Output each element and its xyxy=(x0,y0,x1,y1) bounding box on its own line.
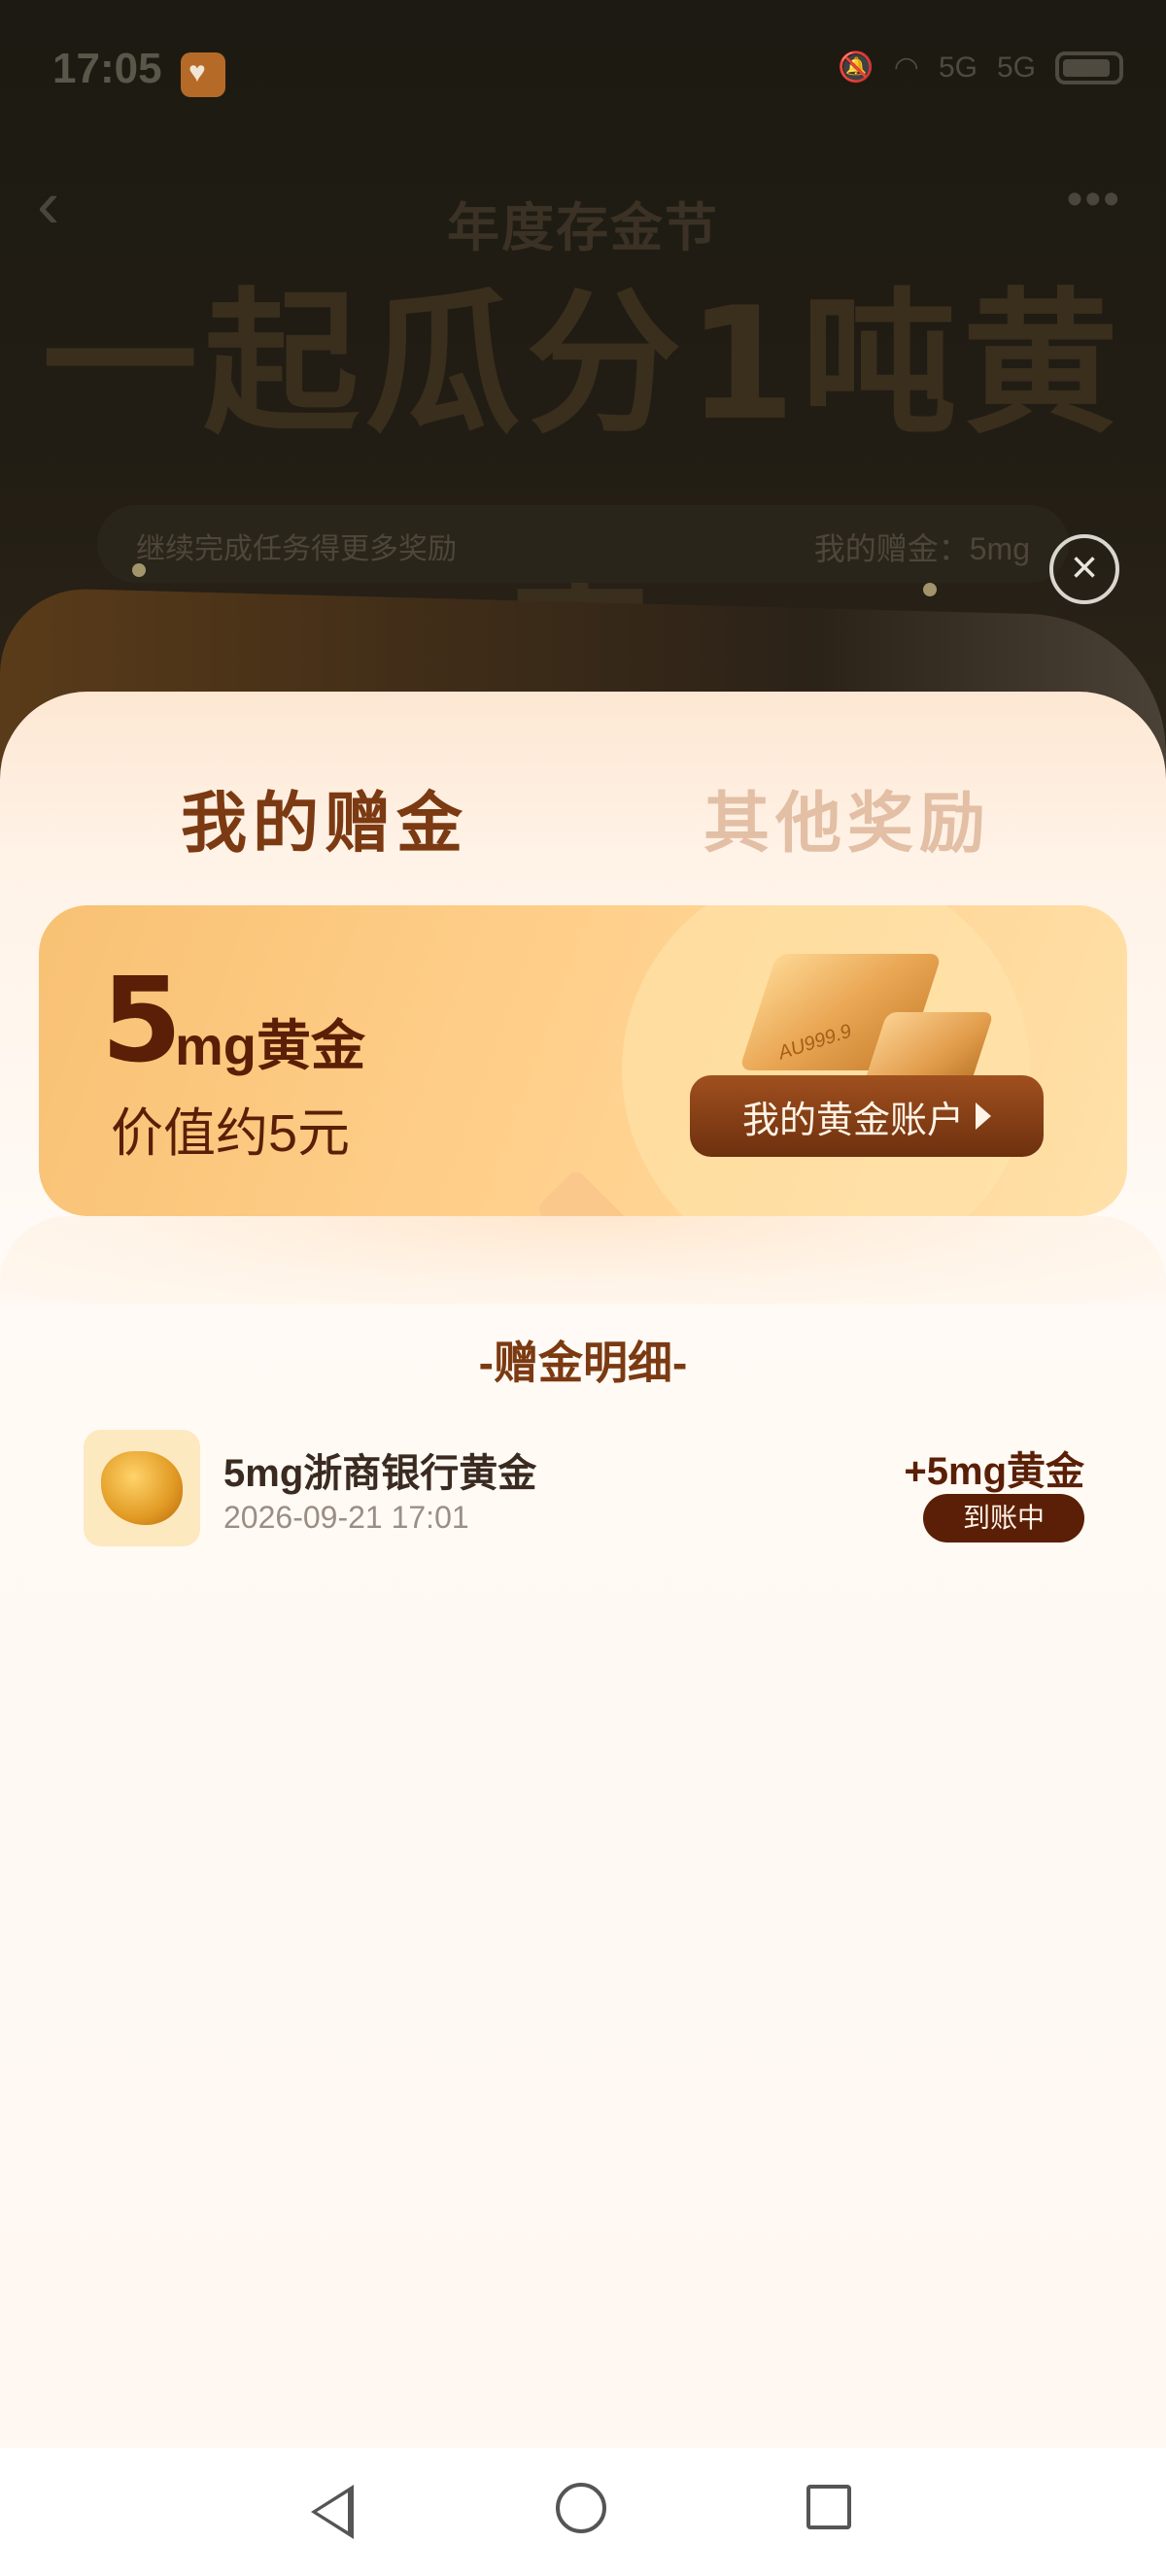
tab-my-gift-gold[interactable]: 我的赠金 xyxy=(181,769,468,865)
status-time: 17:05 xyxy=(52,45,162,92)
mute-icon: 🔕 xyxy=(838,51,874,84)
system-back-icon[interactable] xyxy=(311,2485,354,2539)
card-wave-decoration xyxy=(0,1216,1166,1304)
system-home-icon[interactable] xyxy=(556,2483,606,2533)
sparkle-decoration xyxy=(132,563,146,577)
list-item: 5mg浙商银行黄金 2026-09-21 17:01 +5mg黄金 到账中 xyxy=(84,1430,1084,1546)
tab-other-rewards[interactable]: 其他奖励 xyxy=(703,769,991,865)
status-bar: 17:05 ♥ 🔕 ◠ 5G 5G xyxy=(0,0,1166,146)
gold-balance-card: AU999.9 5 mg黄金 价值约5元 我的黄金账户 xyxy=(39,905,1127,1216)
record-name: 5mg浙商银行黄金 xyxy=(223,1452,537,1495)
gold-nugget-icon xyxy=(84,1430,200,1546)
record-amount: +5mg黄金 xyxy=(904,1450,1084,1493)
task-hint: 继续完成任务得更多奖励 xyxy=(136,533,457,565)
record-time: 2026-09-21 17:01 xyxy=(223,1500,469,1535)
gift-gold-sheet: 我的赠金 其他奖励 AU999.9 5 mg黄金 价值约5元 我的黄金账户 -赠… xyxy=(0,692,1166,2448)
nugget-shape xyxy=(101,1451,183,1525)
status-badge: 到账中 xyxy=(923,1494,1084,1542)
sparkle-decoration xyxy=(923,583,937,596)
signal-icon-2: 5G xyxy=(996,51,1036,84)
task-strip: 继续完成任务得更多奖励 我的赠金：5mg xyxy=(97,505,1069,583)
close-button[interactable]: × xyxy=(1049,534,1119,604)
signal-icon: 5G xyxy=(938,51,977,84)
account-button-label: 我的黄金账户 xyxy=(741,1100,964,1141)
status-icons: 🔕 ◠ 5G 5G xyxy=(838,51,1123,85)
gold-amount: 5 xyxy=(101,954,183,1089)
system-nav-bar xyxy=(0,2448,1166,2576)
gold-value-text: 价值约5元 xyxy=(111,1104,351,1163)
tab-bar: 我的赠金 其他奖励 xyxy=(0,769,1166,861)
system-recents-icon[interactable] xyxy=(806,2485,851,2529)
arrow-right-icon xyxy=(976,1102,991,1130)
my-gift-gold-link: 我的赠金：5mg xyxy=(813,531,1030,566)
battery-icon xyxy=(1055,51,1123,85)
app-notification-icon: ♥ xyxy=(181,52,225,97)
my-gold-account-button[interactable]: 我的黄金账户 xyxy=(690,1075,1044,1157)
wifi-icon: ◠ xyxy=(893,51,919,84)
detail-section-title: -赠金明细- xyxy=(478,1338,688,1388)
gold-unit: mg黄金 xyxy=(175,1015,365,1076)
